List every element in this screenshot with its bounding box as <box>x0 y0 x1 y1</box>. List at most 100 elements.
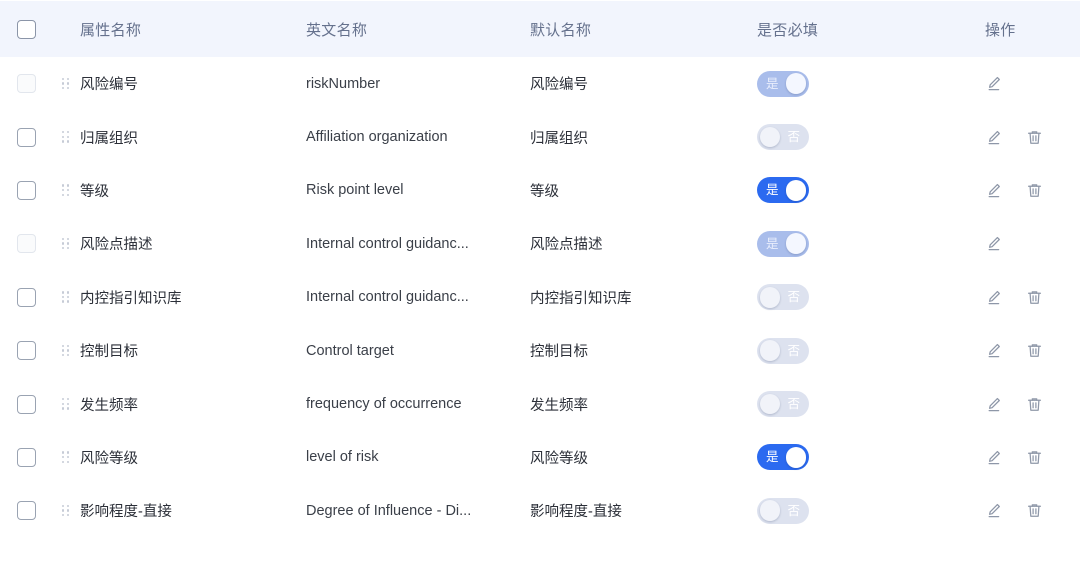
row-checkbox[interactable] <box>16 127 36 147</box>
required-toggle-knob <box>785 233 807 255</box>
drag-handle-icon[interactable] <box>62 504 70 517</box>
required-toggle-knob <box>759 393 781 415</box>
cell-default: 风险等级 <box>530 450 588 467</box>
row-drag-cell[interactable] <box>52 237 80 250</box>
cell-required: 是 <box>757 444 985 471</box>
cell-attr: 归属组织 <box>80 130 138 147</box>
row-checkbox[interactable] <box>16 394 36 414</box>
row-select-cell[interactable] <box>0 341 52 361</box>
pencil-icon[interactable] <box>985 75 1003 93</box>
table-row[interactable]: 发生频率 frequency of occurrence 发生频率 否 <box>0 377 1080 430</box>
row-checkbox[interactable] <box>16 180 36 200</box>
drag-handle-icon[interactable] <box>62 237 70 250</box>
row-checkbox[interactable] <box>16 341 36 361</box>
required-toggle[interactable]: 是 <box>757 444 809 471</box>
drag-handle-icon[interactable] <box>62 451 70 463</box>
cell-attr: 风险等级 <box>80 450 138 467</box>
table-row[interactable]: 内控指引知识库 Internal control guidanc... 内控指引知识… <box>0 271 1080 324</box>
required-toggle-knob <box>759 340 781 362</box>
drag-handle-icon[interactable] <box>62 291 70 303</box>
cell-required: 否 <box>757 337 985 364</box>
table-row[interactable]: 等级 Risk point level 等级 是 <box>0 164 1080 217</box>
required-toggle[interactable]: 否 <box>757 337 809 364</box>
drag-handle-icon[interactable] <box>62 131 70 143</box>
cell-attr: 影响程度-直接 <box>80 504 172 521</box>
cell-english: Internal control guidanc... <box>306 235 469 252</box>
row-checkbox[interactable] <box>16 447 36 467</box>
cell-default: 等级 <box>530 183 559 200</box>
table-row[interactable]: 控制目标 Control target 控制目标 否 <box>0 324 1080 377</box>
row-checkbox[interactable] <box>16 501 36 521</box>
table-row[interactable]: 风险等级 level of risk 风险等级 是 <box>0 431 1080 484</box>
cell-actions <box>985 128 1080 146</box>
pencil-icon[interactable] <box>985 181 1003 199</box>
row-drag-cell[interactable] <box>52 451 80 463</box>
cell-default: 归属组织 <box>530 130 588 147</box>
required-toggle-knob <box>759 500 781 522</box>
column-header-required: 是否必填 <box>757 21 819 39</box>
cell-attr: 内控指引知识库 <box>80 290 182 307</box>
cell-default: 内控指引知识库 <box>530 290 632 307</box>
row-select-cell[interactable] <box>0 287 52 307</box>
table-header-row: 属性名称 英文名称 默认名称 是否必填 操作 <box>0 0 1080 57</box>
cell-actions <box>985 342 1080 360</box>
drag-handle-icon[interactable] <box>62 398 70 410</box>
cell-default: 风险点描述 <box>530 237 603 254</box>
row-drag-cell[interactable] <box>52 504 80 517</box>
select-all-checkbox[interactable] <box>16 19 36 39</box>
pencil-icon[interactable] <box>985 235 1003 253</box>
trash-icon[interactable] <box>1025 288 1043 306</box>
row-select-cell[interactable] <box>0 127 52 147</box>
row-drag-cell[interactable] <box>52 398 80 410</box>
drag-handle-icon[interactable] <box>62 184 70 197</box>
row-drag-cell[interactable] <box>52 77 80 90</box>
row-select-cell[interactable] <box>0 447 52 467</box>
required-toggle[interactable]: 是 <box>757 177 809 204</box>
cell-english: riskNumber <box>306 75 381 92</box>
pencil-icon[interactable] <box>985 342 1003 360</box>
row-select-cell[interactable] <box>0 501 52 521</box>
required-toggle-label: 是 <box>766 236 779 251</box>
row-select-cell <box>0 74 52 94</box>
row-drag-cell[interactable] <box>52 291 80 303</box>
pencil-icon[interactable] <box>985 502 1003 520</box>
pencil-icon[interactable] <box>985 448 1003 466</box>
table-row[interactable]: 风险编号 riskNumber 风险编号 是 <box>0 57 1080 110</box>
required-toggle[interactable]: 否 <box>757 497 809 524</box>
required-toggle[interactable]: 否 <box>757 284 809 311</box>
required-toggle-label: 是 <box>766 183 779 198</box>
attribute-table: 属性名称 英文名称 默认名称 是否必填 操作 风险编号 riskNumber 风险编… <box>0 0 1080 568</box>
drag-handle-icon[interactable] <box>62 77 70 90</box>
cell-required: 否 <box>757 497 985 524</box>
trash-icon[interactable] <box>1025 395 1043 413</box>
table-row[interactable]: 风险点描述 Internal control guidanc... 风险点描述 是 <box>0 217 1080 270</box>
row-drag-cell[interactable] <box>52 184 80 197</box>
cell-english: Affiliation organization <box>306 129 448 146</box>
pencil-icon[interactable] <box>985 288 1003 306</box>
row-drag-cell[interactable] <box>52 131 80 143</box>
pencil-icon[interactable] <box>985 395 1003 413</box>
row-select-cell[interactable] <box>0 394 52 414</box>
required-toggle[interactable]: 否 <box>757 124 809 151</box>
required-toggle[interactable]: 否 <box>757 391 809 418</box>
row-select-cell <box>0 234 52 254</box>
trash-icon[interactable] <box>1025 448 1043 466</box>
trash-icon[interactable] <box>1025 342 1043 360</box>
trash-icon[interactable] <box>1025 502 1043 520</box>
row-checkbox[interactable] <box>16 287 36 307</box>
trash-icon[interactable] <box>1025 181 1043 199</box>
drag-handle-icon[interactable] <box>62 344 70 357</box>
column-header-attr: 属性名称 <box>80 21 142 39</box>
row-checkbox <box>16 74 36 94</box>
cell-attr: 发生频率 <box>80 397 138 414</box>
cell-default: 风险编号 <box>530 77 588 94</box>
cell-default: 控制目标 <box>530 344 588 361</box>
row-drag-cell[interactable] <box>52 344 80 357</box>
table-row[interactable]: 影响程度-直接 Degree of Influence - Di... 影响程度-直… <box>0 484 1080 537</box>
trash-icon[interactable] <box>1025 128 1043 146</box>
row-select-cell[interactable] <box>0 180 52 200</box>
table-row[interactable]: 归属组织 Affiliation organization 归属组织 否 <box>0 110 1080 163</box>
pencil-icon[interactable] <box>985 128 1003 146</box>
cell-english: level of risk <box>306 449 379 466</box>
select-all-cell[interactable] <box>0 19 52 39</box>
